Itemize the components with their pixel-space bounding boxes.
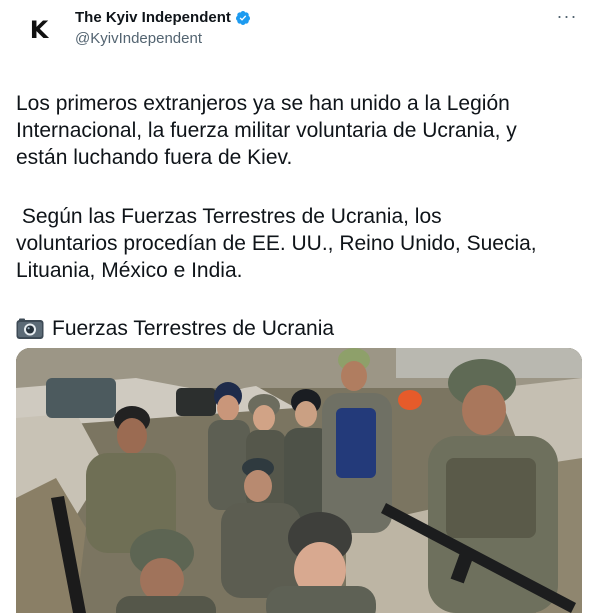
verified-badge-icon xyxy=(235,10,250,25)
author-name-row: The Kyiv Independent xyxy=(75,9,251,26)
photo-credit-text: Fuerzas Terrestres de Ucrania xyxy=(52,317,335,340)
avatar[interactable]: K xyxy=(17,8,61,52)
photo-credit: Fuerzas Terrestres de Ucrania xyxy=(16,315,334,342)
avatar-letter: K xyxy=(29,16,49,44)
tweet-photo[interactable] xyxy=(16,348,582,613)
author-handle[interactable]: @KyivIndependent xyxy=(75,30,202,47)
camera-icon xyxy=(16,318,44,339)
tweet-paragraph-1: Los primeros extranjeros ya se han unido… xyxy=(16,92,517,169)
tweet-paragraph-2: Según las Fuerzas Terrestres de Ucrania,… xyxy=(16,205,537,282)
soldiers-photo-image xyxy=(16,348,582,613)
author-display-name[interactable]: The Kyiv Independent xyxy=(75,9,231,26)
tweet-header: K The Kyiv Independent @KyivIndependent … xyxy=(0,0,596,60)
more-options-icon[interactable]: ··· xyxy=(555,6,579,26)
